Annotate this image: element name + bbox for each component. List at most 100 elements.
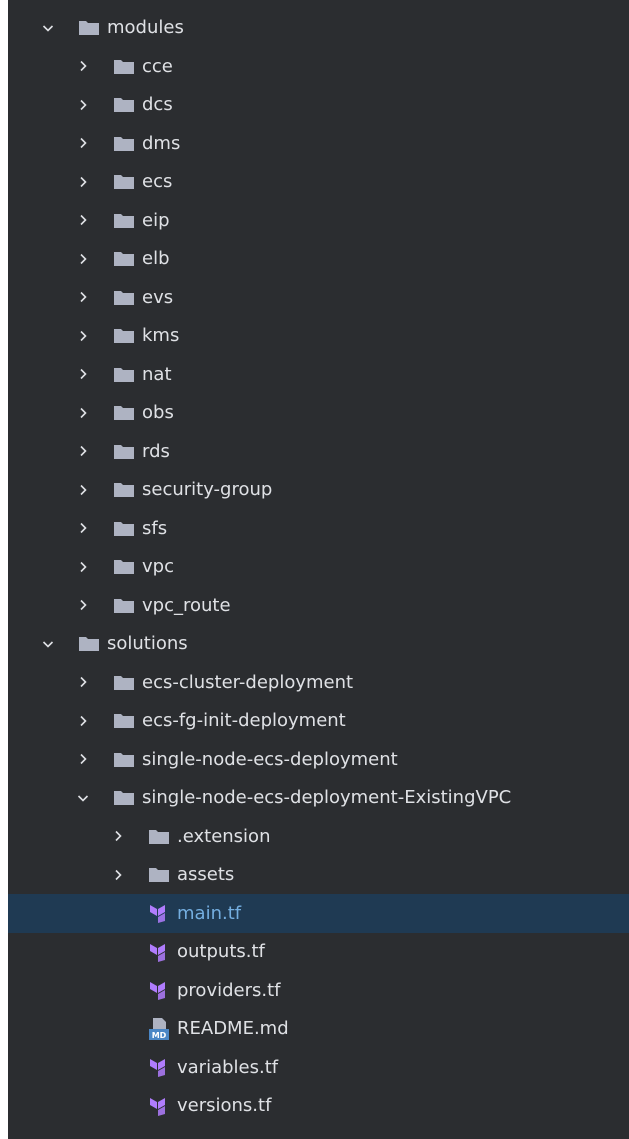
chevron-right-icon[interactable]	[73, 557, 93, 577]
folder-row-nat[interactable]: nat	[8, 355, 629, 394]
terraform-file-icon	[148, 942, 170, 962]
tree-item-label: versions.tf	[177, 1095, 272, 1117]
tree-item-label: security-group	[142, 479, 273, 501]
folder-row-ecs-cluster-deployment[interactable]: ecs-cluster-deployment	[8, 663, 629, 702]
tree-item-label: vpc_route	[142, 594, 231, 616]
terraform-file-icon	[148, 980, 170, 1001]
folder-icon	[113, 441, 135, 461]
chevron-right-icon[interactable]	[73, 133, 93, 153]
tree-item-label: providers.tf	[177, 979, 281, 1001]
chevron-right-icon[interactable]	[73, 172, 93, 192]
folder-icon	[113, 672, 135, 692]
tree-item-label: solutions	[107, 633, 188, 655]
folder-icon	[113, 56, 135, 76]
folder-row-evs[interactable]: evs	[8, 278, 629, 317]
chevron-right-icon[interactable]	[73, 672, 93, 692]
folder-row-elb[interactable]: elb	[8, 240, 629, 279]
chevron-right-icon[interactable]	[73, 711, 93, 731]
folder-row-obs[interactable]: obs	[8, 394, 629, 433]
folder-icon	[113, 287, 135, 307]
folder-row-kms[interactable]: kms	[8, 317, 629, 356]
tree-item-label: dms	[142, 132, 181, 154]
project-tree-panel: modules cce dcs dms ecs eip elb evs kms nat obs rds…	[8, 0, 629, 1139]
chevron-right-icon[interactable]	[73, 56, 93, 76]
folder-row-dms[interactable]: dms	[8, 124, 629, 163]
tree-item-label: .extension	[177, 825, 271, 847]
tree-item-label: ecs	[142, 171, 173, 193]
folder-row-modules[interactable]: modules	[8, 9, 629, 48]
tree-item-label: single-node-ecs-deployment	[142, 748, 398, 770]
folder-icon	[113, 480, 135, 500]
chevron-right-icon[interactable]	[108, 865, 128, 885]
folder-icon	[113, 788, 135, 808]
chevron-down-icon[interactable]	[38, 18, 58, 38]
folder-icon	[113, 172, 135, 192]
folder-icon	[113, 326, 135, 346]
chevron-down-icon[interactable]	[38, 634, 58, 654]
chevron-right-icon[interactable]	[73, 326, 93, 346]
terraform-file-icon	[148, 1057, 170, 1078]
folder-icon	[113, 133, 135, 153]
folder-row-extension[interactable]: .extension	[8, 817, 629, 856]
folder-icon	[113, 210, 135, 230]
folder-row-rds[interactable]: rds	[8, 432, 629, 471]
tree-item-label: single-node-ecs-deployment-ExistingVPC	[142, 787, 512, 809]
tree-item-label: ecs-cluster-deployment	[142, 671, 354, 693]
folder-icon	[113, 364, 135, 384]
folder-icon	[78, 634, 100, 654]
file-row-main-tf[interactable]: main.tf	[8, 894, 629, 933]
folder-row-vpc[interactable]: vpc	[8, 548, 629, 587]
folder-row-ecs[interactable]: ecs	[8, 163, 629, 202]
folder-icon	[113, 518, 135, 538]
folder-row-assets[interactable]: assets	[8, 856, 629, 895]
folder-icon	[113, 711, 135, 731]
folder-row-single-node-ecs-deployment-existingvpc[interactable]: single-node-ecs-deployment-ExistingVPC	[8, 779, 629, 818]
file-row-readme-md[interactable]: MD README.md	[8, 1010, 629, 1049]
tree-item-label: vpc	[142, 556, 174, 578]
chevron-right-icon[interactable]	[73, 403, 93, 423]
tree-item-label: main.tf	[177, 902, 242, 924]
folder-row-security-group[interactable]: security-group	[8, 471, 629, 510]
tree-item-label: outputs.tf	[177, 941, 265, 963]
chevron-right-icon[interactable]	[73, 249, 93, 269]
folder-row-eip[interactable]: eip	[8, 201, 629, 240]
tree-item-label: obs	[142, 402, 174, 424]
folder-icon	[113, 249, 135, 269]
chevron-right-icon[interactable]	[73, 441, 93, 461]
folder-row-ecs-fg-init-deployment[interactable]: ecs-fg-init-deployment	[8, 702, 629, 741]
terraform-file-icon	[148, 1096, 170, 1116]
tree-item-label: rds	[142, 440, 170, 462]
chevron-right-icon[interactable]	[73, 480, 93, 500]
chevron-right-icon[interactable]	[108, 826, 128, 846]
folder-row-cce[interactable]: cce	[8, 47, 629, 86]
tree-item-label: eip	[142, 209, 170, 231]
file-row-variables-tf[interactable]: variables.tf	[8, 1048, 629, 1087]
markdown-badge-text: MD	[152, 1031, 167, 1040]
tree-item-label: modules	[107, 17, 184, 39]
chevron-right-icon[interactable]	[73, 95, 93, 115]
chevron-right-icon[interactable]	[73, 595, 93, 615]
chevron-right-icon[interactable]	[73, 210, 93, 230]
folder-row-solutions[interactable]: solutions	[8, 625, 629, 664]
markdown-file-icon: MD	[148, 1017, 170, 1040]
chevron-right-icon[interactable]	[73, 518, 93, 538]
tree-item-label: nat	[142, 363, 172, 385]
chevron-right-icon[interactable]	[73, 749, 93, 769]
chevron-right-icon[interactable]	[73, 287, 93, 307]
file-row-outputs-tf[interactable]: outputs.tf	[8, 933, 629, 972]
chevron-down-icon[interactable]	[73, 788, 93, 808]
tree-item-label: evs	[142, 286, 174, 308]
folder-icon	[113, 403, 135, 423]
tree-item-label: kms	[142, 325, 180, 347]
file-row-versions-tf[interactable]: versions.tf	[8, 1087, 629, 1126]
chevron-right-icon[interactable]	[73, 364, 93, 384]
file-row-providers-tf[interactable]: providers.tf	[8, 971, 629, 1010]
folder-row-sfs[interactable]: sfs	[8, 509, 629, 548]
folder-icon	[78, 18, 100, 38]
tree-item-label: README.md	[177, 1018, 289, 1040]
folder-row-vpc-route[interactable]: vpc_route	[8, 586, 629, 625]
folder-icon	[148, 826, 170, 846]
folder-icon	[113, 557, 135, 577]
folder-row-dcs[interactable]: dcs	[8, 86, 629, 125]
folder-row-single-node-ecs-deployment[interactable]: single-node-ecs-deployment	[8, 740, 629, 779]
